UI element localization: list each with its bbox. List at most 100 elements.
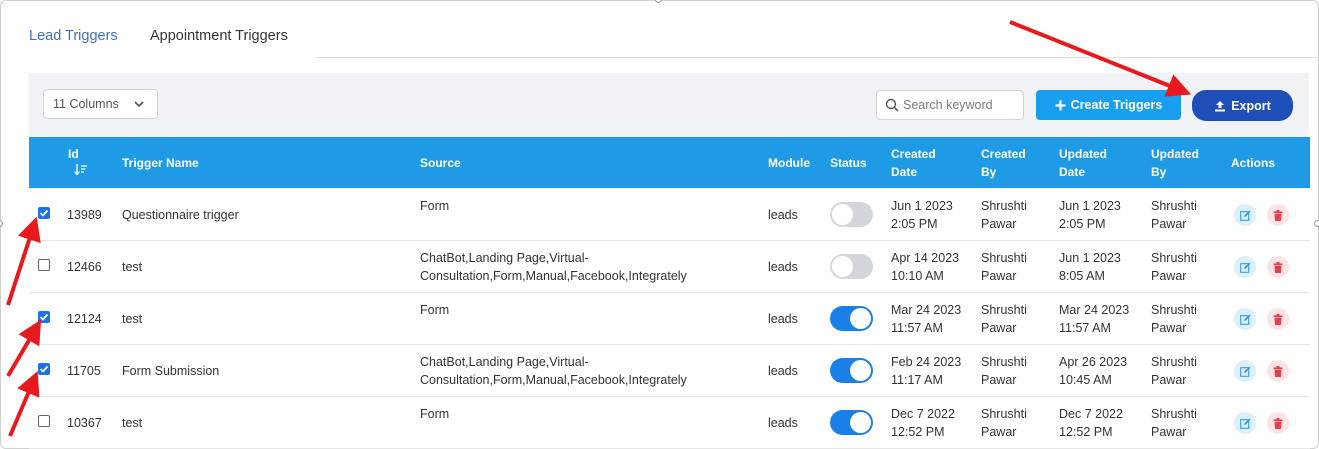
header-source[interactable]: Source [420, 154, 461, 172]
row-updated-by: Shrushti Pawar [1151, 197, 1197, 233]
row-id: 12466 [67, 260, 102, 274]
row-created-date-time: 12:52 PM [891, 425, 945, 439]
row-checkbox[interactable] [38, 259, 50, 271]
row-created-date-day: Mar 24 2023 [891, 303, 962, 317]
header-created-date[interactable]: Created Date [891, 145, 936, 181]
row-created-date-day: Apr 14 2023 [891, 251, 960, 265]
row-source-line1: Form [420, 199, 450, 213]
row-updated-by-last: Pawar [1151, 217, 1187, 231]
row-trigger-name: test [122, 416, 143, 430]
tab-lead-triggers[interactable]: Lead Triggers [29, 28, 118, 44]
row-updated-date: Jun 1 2023 8:05 AM [1059, 249, 1121, 285]
search-field[interactable] [876, 90, 1024, 120]
row-created-by: Shrushti Pawar [981, 405, 1027, 441]
row-updated-by: Shrushti Pawar [1151, 353, 1197, 389]
edit-icon [1239, 262, 1250, 273]
status-toggle[interactable] [830, 306, 873, 331]
row-updated-date-time: 8:05 AM [1059, 269, 1105, 283]
header-updated-date[interactable]: Updated Date [1059, 145, 1107, 181]
create-triggers-button[interactable]: Create Triggers [1036, 90, 1181, 120]
header-created-date-line1: Created [891, 147, 936, 161]
trash-icon [1273, 365, 1283, 377]
row-created-by-last: Pawar [981, 217, 1017, 231]
row-created-by-first: Shrushti [981, 303, 1027, 317]
row-created-date-time: 10:10 AM [891, 269, 944, 283]
trash-icon [1273, 417, 1283, 429]
row-created-date: Feb 24 2023 11:17 AM [891, 353, 961, 389]
trash-icon [1273, 313, 1283, 325]
edit-button[interactable] [1234, 308, 1256, 330]
export-button[interactable]: Export [1192, 90, 1293, 121]
status-toggle[interactable] [830, 410, 873, 435]
edit-button[interactable] [1234, 256, 1256, 278]
toggle-knob [832, 204, 853, 225]
row-updated-by-last: Pawar [1151, 373, 1187, 387]
create-triggers-label: Create Triggers [1070, 98, 1163, 112]
row-id: 13989 [67, 208, 102, 222]
delete-button[interactable] [1267, 204, 1289, 226]
row-source: ChatBot,Landing Page,Virtual- Consultati… [420, 249, 687, 285]
row-created-date: Dec 7 2022 12:52 PM [891, 405, 955, 441]
table-row[interactable]: 12124 test Form leads Mar 24 2023 11:57 A… [29, 293, 1310, 345]
status-toggle[interactable] [830, 358, 873, 383]
status-toggle[interactable] [830, 202, 873, 227]
row-source: Form [420, 301, 449, 319]
row-checkbox[interactable] [38, 207, 50, 219]
columns-selector[interactable]: 11 Columns [43, 89, 158, 119]
edit-icon [1239, 366, 1250, 377]
row-updated-by: Shrushti Pawar [1151, 249, 1197, 285]
search-input[interactable] [903, 98, 1021, 112]
row-updated-by-first: Shrushti [1151, 251, 1197, 265]
row-updated-by-first: Shrushti [1151, 355, 1197, 369]
header-updated-by-line1: Updated [1151, 147, 1199, 161]
row-module: leads [768, 416, 798, 430]
plus-icon [1055, 100, 1066, 110]
header-updated-by-line2: By [1151, 165, 1167, 179]
row-created-by: Shrushti Pawar [981, 301, 1027, 337]
header-status[interactable]: Status [830, 154, 867, 172]
header-id[interactable]: Id [68, 145, 88, 181]
row-created-date: Mar 24 2023 11:57 AM [891, 301, 961, 337]
row-module: leads [768, 260, 798, 274]
row-created-date-day: Feb 24 2023 [891, 355, 962, 369]
delete-button[interactable] [1267, 360, 1289, 382]
row-created-date-time: 11:17 AM [891, 373, 943, 387]
upload-icon [1215, 100, 1226, 111]
row-source: ChatBot,Landing Page,Virtual- Consultati… [420, 353, 687, 389]
toggle-knob [832, 256, 853, 277]
delete-button[interactable] [1267, 308, 1289, 330]
edit-button[interactable] [1234, 204, 1256, 226]
status-toggle[interactable] [830, 254, 873, 279]
row-checkbox[interactable] [38, 311, 50, 323]
row-created-by-last: Pawar [981, 321, 1017, 335]
row-created-date-day: Dec 7 2022 [891, 407, 955, 421]
edit-button[interactable] [1234, 412, 1256, 434]
row-source-line1: Form [420, 407, 450, 421]
delete-button[interactable] [1267, 412, 1289, 434]
row-updated-date-time: 11:57 AM [1059, 321, 1111, 335]
table-header: Id Trigger Name Source Module Status Cre… [29, 137, 1310, 188]
header-created-by[interactable]: Created By [981, 145, 1026, 181]
tab-appointment-triggers[interactable]: Appointment Triggers [150, 28, 288, 44]
row-checkbox[interactable] [38, 415, 50, 427]
row-module: leads [768, 208, 798, 222]
row-source: Form [420, 197, 449, 215]
edit-button[interactable] [1234, 360, 1256, 382]
row-checkbox[interactable] [38, 363, 50, 375]
delete-button[interactable] [1267, 256, 1289, 278]
row-created-date-time: 2:05 PM [891, 217, 938, 231]
table-row[interactable]: 12466 test ChatBot,Landing Page,Virtual-… [29, 241, 1310, 293]
row-created-by-last: Pawar [981, 425, 1017, 439]
table-row[interactable]: 13989 Questionnaire trigger Form leads J… [29, 189, 1310, 241]
row-trigger-name: test [122, 260, 143, 274]
header-module[interactable]: Module [768, 154, 810, 172]
header-actions: Actions [1231, 156, 1276, 170]
sort-descending-icon[interactable] [74, 164, 88, 176]
header-updated-date-line1: Updated [1059, 147, 1107, 161]
row-updated-by-first: Shrushti [1151, 303, 1197, 317]
resize-handle-right[interactable] [1314, 220, 1319, 227]
table-row[interactable]: 10367 test Form leads Dec 7 2022 12:52 PM… [29, 397, 1310, 449]
header-updated-by[interactable]: Updated By [1151, 145, 1199, 181]
header-trigger-name[interactable]: Trigger Name [122, 154, 199, 172]
table-row[interactable]: 11705 Form Submission ChatBot,Landing Pa… [29, 345, 1310, 397]
